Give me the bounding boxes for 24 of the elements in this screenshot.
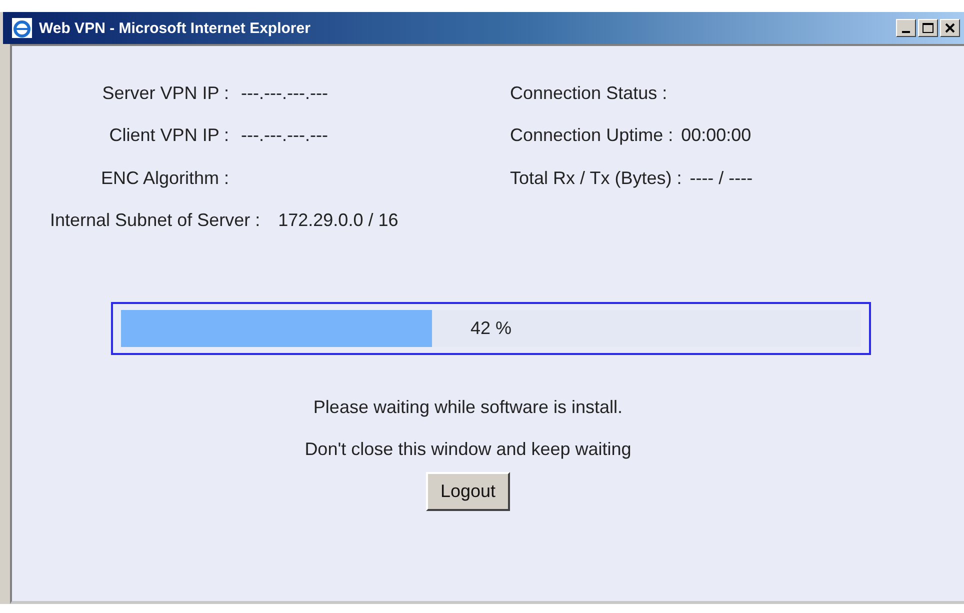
close-button[interactable]: [940, 19, 960, 37]
minimize-button[interactable]: [896, 19, 916, 37]
field-label: ENC Algorithm :: [100, 168, 230, 189]
field-value: ---- / ----: [690, 168, 753, 189]
field-value: 172.29.0.0 / 16: [278, 210, 398, 231]
logout-button[interactable]: Logout: [426, 472, 510, 510]
minimize-icon: [902, 31, 910, 33]
maximize-button[interactable]: [918, 19, 938, 37]
field-value: 00:00:00: [681, 125, 752, 146]
status-message: Please waiting while software is install.: [313, 396, 623, 418]
maximize-icon: [922, 23, 934, 33]
field-value: ---.---.---.---: [241, 125, 328, 146]
field-label: Connection Status :: [510, 82, 668, 104]
window-title: Web VPN - Microsoft Internet Explorer: [39, 20, 310, 36]
status-message: Don't close this window and keep waiting: [304, 438, 632, 460]
browser-icon: [11, 17, 33, 39]
field-label: Internal Subnet of Server :: [50, 210, 260, 231]
field-label: Total Rx / Tx (Bytes) :: [510, 168, 682, 189]
field-value: ---.---.---.---: [241, 82, 328, 104]
field-label: Client VPN IP :: [108, 125, 230, 146]
field-label: Connection Uptime :: [510, 125, 674, 146]
progress-reading: 42 %: [470, 318, 512, 338]
close-icon: [945, 23, 955, 33]
field-label: Server VPN IP :: [101, 82, 230, 104]
